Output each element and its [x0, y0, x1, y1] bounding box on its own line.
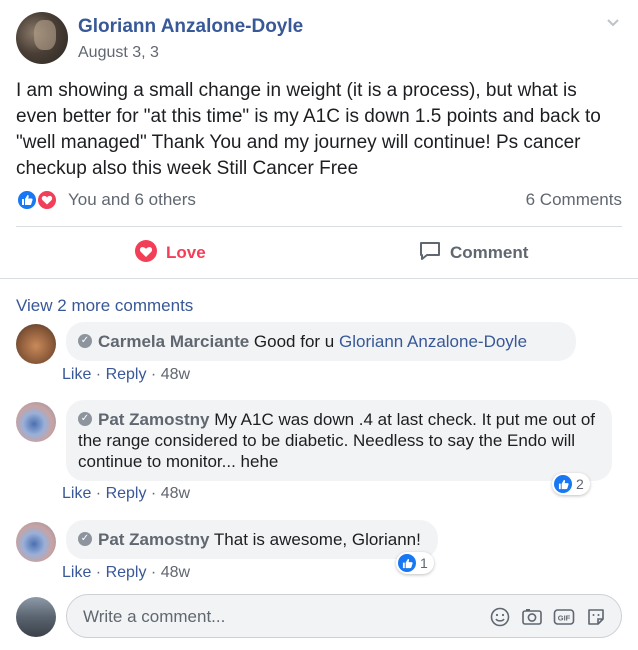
like-reaction-icon	[398, 554, 416, 572]
love-reaction-icon	[36, 189, 58, 211]
chevron-down-icon[interactable]	[604, 14, 622, 32]
sticker-icon[interactable]	[585, 606, 607, 628]
comment-meta: Like · Reply · 48w	[62, 366, 191, 383]
reactions-row: You and 6 others 6 Comments	[16, 188, 622, 212]
post-text: I am showing a small change in weight (i…	[16, 80, 601, 179]
commenter-avatar[interactable]	[16, 324, 56, 364]
like-reaction-icon	[554, 475, 572, 493]
like-link[interactable]: Like	[62, 366, 91, 383]
current-user-avatar[interactable]	[16, 597, 56, 637]
comment-text: That is awesome, Gloriann!	[213, 530, 421, 549]
reply-link[interactable]: Reply	[106, 564, 147, 581]
check-badge-icon: ✓	[78, 411, 92, 426]
comment-meta: Like · Reply · 48w	[62, 485, 191, 502]
view-more-comments-link[interactable]: View 2 more comments	[16, 296, 193, 316]
divider	[16, 226, 622, 227]
check-badge-icon: ✓	[78, 333, 92, 348]
comment-text: Good for u	[253, 332, 339, 351]
love-icon	[134, 239, 158, 268]
author-avatar[interactable]	[16, 12, 68, 64]
comment-button[interactable]: Comment	[418, 240, 528, 266]
check-badge-icon: ✓	[78, 531, 92, 546]
commenter-avatar[interactable]	[16, 522, 56, 562]
gif-icon[interactable]: GIF	[553, 606, 575, 628]
commenter-name[interactable]: Pat Zamostny	[98, 530, 209, 549]
comment-age[interactable]: 48w	[161, 366, 190, 383]
comment-bubble: ✓ Carmela Marciante Good for u Gloriann A…	[66, 322, 576, 361]
comment-age[interactable]: 48w	[161, 564, 190, 581]
emoji-icon[interactable]	[489, 606, 511, 628]
comment-icon	[418, 239, 442, 268]
camera-icon[interactable]	[521, 606, 543, 628]
love-button[interactable]: Love	[134, 239, 206, 268]
love-label: Love	[166, 243, 206, 262]
comment-meta: Like · Reply · 48w	[62, 564, 191, 581]
comment-input-placeholder: Write a comment...	[83, 607, 226, 626]
svg-text:GIF: GIF	[558, 614, 571, 623]
comment-bubble: ✓ Pat Zamostny My A1C was down .4 at last…	[66, 400, 612, 481]
like-link[interactable]: Like	[62, 485, 91, 502]
comment-reaction-badge[interactable]: 2	[552, 473, 590, 495]
like-link[interactable]: Like	[62, 564, 91, 581]
post-date[interactable]: August 3, 3	[78, 44, 159, 62]
divider	[0, 278, 638, 279]
reactors-text[interactable]: You and 6 others	[68, 190, 196, 210]
comment-bubble: ✓ Pat Zamostny That is awesome, Gloriann!	[66, 520, 438, 559]
like-reaction-icon	[16, 189, 38, 211]
commenter-name[interactable]: Pat Zamostny	[98, 410, 209, 429]
reaction-count: 2	[576, 476, 584, 492]
composer-icons: GIF	[489, 606, 607, 628]
post-author[interactable]: Gloriann Anzalone-Doyle	[78, 16, 303, 38]
commenter-name[interactable]: Carmela Marciante	[98, 332, 249, 351]
comment-composer: Write a comment... GIF	[16, 594, 622, 640]
comment-reaction-badge[interactable]: 1	[396, 552, 434, 574]
comment-age[interactable]: 48w	[161, 485, 190, 502]
post-header: Gloriann Anzalone-Doyle August 3, 3	[16, 12, 622, 68]
comment-input[interactable]: Write a comment... GIF	[66, 594, 622, 638]
comment-mention[interactable]: Gloriann Anzalone-Doyle	[339, 332, 527, 351]
commenter-avatar[interactable]	[16, 402, 56, 442]
reaction-icons[interactable]	[16, 188, 64, 212]
reaction-count: 1	[420, 555, 428, 571]
comment-label: Comment	[450, 243, 529, 262]
reply-link[interactable]: Reply	[106, 485, 147, 502]
reply-link[interactable]: Reply	[106, 366, 147, 383]
comment-count[interactable]: 6 Comments	[526, 190, 622, 210]
